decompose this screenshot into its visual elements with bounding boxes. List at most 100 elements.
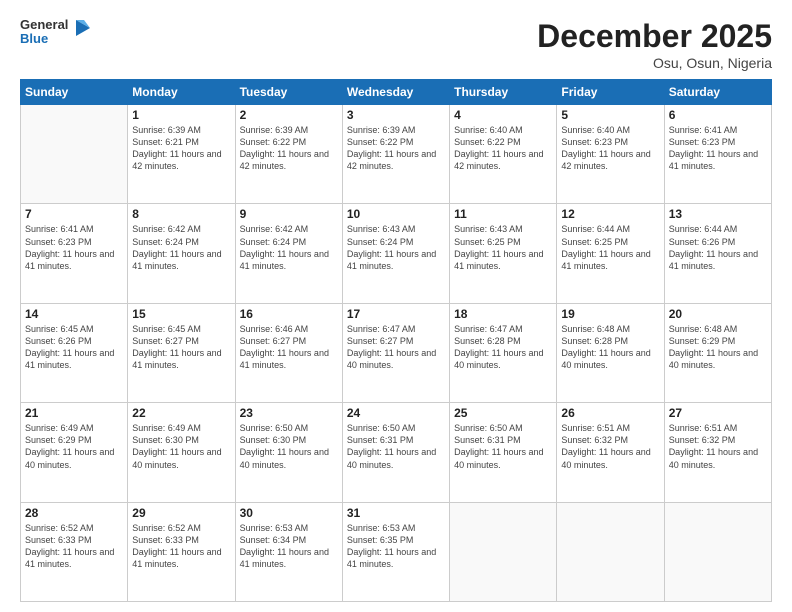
calendar-week-row: 1 Sunrise: 6:39 AM Sunset: 6:21 PM Daylig…: [21, 105, 772, 204]
day-info: Sunrise: 6:41 AM Sunset: 6:23 PM Dayligh…: [25, 223, 123, 272]
calendar-cell: [557, 502, 664, 601]
day-number: 24: [347, 406, 445, 420]
calendar-cell: [450, 502, 557, 601]
day-number: 13: [669, 207, 767, 221]
calendar-cell: 19Sunrise: 6:48 AM Sunset: 6:28 PM Dayli…: [557, 303, 664, 402]
calendar-week-row: 21 Sunrise: 6:49 AM Sunset: 6:29 PM Dayli…: [21, 403, 772, 502]
logo-blue: Blue: [20, 32, 68, 46]
calendar-cell: 10Sunrise: 6:43 AM Sunset: 6:24 PM Dayli…: [342, 204, 449, 303]
logo: General Blue: [20, 18, 92, 47]
calendar-cell: 25 Sunrise: 6:50 AM Sunset: 6:31 PM Dayli…: [450, 403, 557, 502]
calendar-body: 1 Sunrise: 6:39 AM Sunset: 6:21 PM Daylig…: [21, 105, 772, 602]
day-info: Sunrise: 6:49 AM Sunset: 6:29 PM Dayligh…: [25, 422, 123, 471]
calendar-week-row: 7Sunrise: 6:41 AM Sunset: 6:23 PM Daylig…: [21, 204, 772, 303]
day-info: Sunrise: 6:44 AM Sunset: 6:25 PM Dayligh…: [561, 223, 659, 272]
calendar-week-row: 14Sunrise: 6:45 AM Sunset: 6:26 PM Dayli…: [21, 303, 772, 402]
day-info: Sunrise: 6:39 AM Sunset: 6:21 PM Dayligh…: [132, 124, 230, 173]
day-info: Sunrise: 6:52 AM Sunset: 6:33 PM Dayligh…: [25, 522, 123, 571]
day-number: 2: [240, 108, 338, 122]
calendar-cell: 6Sunrise: 6:41 AM Sunset: 6:23 PM Daylig…: [664, 105, 771, 204]
calendar-cell: 9 Sunrise: 6:42 AM Sunset: 6:24 PM Daylig…: [235, 204, 342, 303]
title-block: December 2025 Osu, Osun, Nigeria: [537, 18, 772, 71]
day-info: Sunrise: 6:48 AM Sunset: 6:28 PM Dayligh…: [561, 323, 659, 372]
day-number: 28: [25, 506, 123, 520]
day-number: 4: [454, 108, 552, 122]
location: Osu, Osun, Nigeria: [537, 55, 772, 71]
day-info: Sunrise: 6:40 AM Sunset: 6:22 PM Dayligh…: [454, 124, 552, 173]
calendar-header-row: SundayMondayTuesdayWednesdayThursdayFrid…: [21, 80, 772, 105]
calendar-cell: 23 Sunrise: 6:50 AM Sunset: 6:30 PM Dayli…: [235, 403, 342, 502]
day-info: Sunrise: 6:46 AM Sunset: 6:27 PM Dayligh…: [240, 323, 338, 372]
day-number: 12: [561, 207, 659, 221]
calendar-cell: 26Sunrise: 6:51 AM Sunset: 6:32 PM Dayli…: [557, 403, 664, 502]
day-info: Sunrise: 6:50 AM Sunset: 6:30 PM Dayligh…: [240, 422, 338, 471]
calendar-cell: 8Sunrise: 6:42 AM Sunset: 6:24 PM Daylig…: [128, 204, 235, 303]
day-number: 27: [669, 406, 767, 420]
logo-container: General Blue: [20, 18, 92, 47]
day-number: 21: [25, 406, 123, 420]
day-info: Sunrise: 6:48 AM Sunset: 6:29 PM Dayligh…: [669, 323, 767, 372]
day-info: Sunrise: 6:39 AM Sunset: 6:22 PM Dayligh…: [347, 124, 445, 173]
day-info: Sunrise: 6:47 AM Sunset: 6:28 PM Dayligh…: [454, 323, 552, 372]
calendar-cell: 2 Sunrise: 6:39 AM Sunset: 6:22 PM Daylig…: [235, 105, 342, 204]
calendar-cell: 4 Sunrise: 6:40 AM Sunset: 6:22 PM Daylig…: [450, 105, 557, 204]
calendar-week-row: 28 Sunrise: 6:52 AM Sunset: 6:33 PM Dayli…: [21, 502, 772, 601]
calendar-cell: 29Sunrise: 6:52 AM Sunset: 6:33 PM Dayli…: [128, 502, 235, 601]
day-info: Sunrise: 6:44 AM Sunset: 6:26 PM Dayligh…: [669, 223, 767, 272]
day-number: 20: [669, 307, 767, 321]
calendar-cell: [21, 105, 128, 204]
day-info: Sunrise: 6:42 AM Sunset: 6:24 PM Dayligh…: [240, 223, 338, 272]
day-number: 25: [454, 406, 552, 420]
day-info: Sunrise: 6:50 AM Sunset: 6:31 PM Dayligh…: [454, 422, 552, 471]
header: General Blue December 2025 Osu, Osun, Ni…: [20, 18, 772, 71]
calendar-cell: 7Sunrise: 6:41 AM Sunset: 6:23 PM Daylig…: [21, 204, 128, 303]
day-number: 16: [240, 307, 338, 321]
day-info: Sunrise: 6:43 AM Sunset: 6:24 PM Dayligh…: [347, 223, 445, 272]
day-number: 8: [132, 207, 230, 221]
calendar-cell: 16 Sunrise: 6:46 AM Sunset: 6:27 PM Dayli…: [235, 303, 342, 402]
day-info: Sunrise: 6:50 AM Sunset: 6:31 PM Dayligh…: [347, 422, 445, 471]
day-number: 5: [561, 108, 659, 122]
day-info: Sunrise: 6:47 AM Sunset: 6:27 PM Dayligh…: [347, 323, 445, 372]
calendar-cell: 5Sunrise: 6:40 AM Sunset: 6:23 PM Daylig…: [557, 105, 664, 204]
calendar-cell: 24 Sunrise: 6:50 AM Sunset: 6:31 PM Dayli…: [342, 403, 449, 502]
calendar-cell: 21 Sunrise: 6:49 AM Sunset: 6:29 PM Dayli…: [21, 403, 128, 502]
day-info: Sunrise: 6:39 AM Sunset: 6:22 PM Dayligh…: [240, 124, 338, 173]
calendar-cell: [664, 502, 771, 601]
page: General Blue December 2025 Osu, Osun, Ni…: [0, 0, 792, 612]
calendar-cell: 3Sunrise: 6:39 AM Sunset: 6:22 PM Daylig…: [342, 105, 449, 204]
day-number: 6: [669, 108, 767, 122]
calendar-cell: 18 Sunrise: 6:47 AM Sunset: 6:28 PM Dayli…: [450, 303, 557, 402]
calendar-cell: 20 Sunrise: 6:48 AM Sunset: 6:29 PM Dayli…: [664, 303, 771, 402]
calendar-cell: 22Sunrise: 6:49 AM Sunset: 6:30 PM Dayli…: [128, 403, 235, 502]
weekday-header: Wednesday: [342, 80, 449, 105]
weekday-header: Friday: [557, 80, 664, 105]
day-number: 11: [454, 207, 552, 221]
day-info: Sunrise: 6:45 AM Sunset: 6:27 PM Dayligh…: [132, 323, 230, 372]
logo-general: General: [20, 18, 68, 32]
calendar-cell: 30Sunrise: 6:53 AM Sunset: 6:34 PM Dayli…: [235, 502, 342, 601]
day-number: 17: [347, 307, 445, 321]
day-number: 1: [132, 108, 230, 122]
calendar-cell: 15Sunrise: 6:45 AM Sunset: 6:27 PM Dayli…: [128, 303, 235, 402]
day-number: 30: [240, 506, 338, 520]
calendar-cell: 1 Sunrise: 6:39 AM Sunset: 6:21 PM Daylig…: [128, 105, 235, 204]
logo-text-block: General Blue: [20, 18, 68, 47]
day-number: 23: [240, 406, 338, 420]
day-number: 18: [454, 307, 552, 321]
weekday-header: Saturday: [664, 80, 771, 105]
weekday-header: Thursday: [450, 80, 557, 105]
calendar-cell: 28 Sunrise: 6:52 AM Sunset: 6:33 PM Dayli…: [21, 502, 128, 601]
day-info: Sunrise: 6:43 AM Sunset: 6:25 PM Dayligh…: [454, 223, 552, 272]
calendar-cell: 12 Sunrise: 6:44 AM Sunset: 6:25 PM Dayli…: [557, 204, 664, 303]
day-number: 9: [240, 207, 338, 221]
calendar-cell: 11 Sunrise: 6:43 AM Sunset: 6:25 PM Dayli…: [450, 204, 557, 303]
weekday-header: Tuesday: [235, 80, 342, 105]
day-number: 22: [132, 406, 230, 420]
day-info: Sunrise: 6:53 AM Sunset: 6:35 PM Dayligh…: [347, 522, 445, 571]
day-info: Sunrise: 6:51 AM Sunset: 6:32 PM Dayligh…: [561, 422, 659, 471]
calendar-cell: 31Sunrise: 6:53 AM Sunset: 6:35 PM Dayli…: [342, 502, 449, 601]
day-number: 29: [132, 506, 230, 520]
weekday-header: Monday: [128, 80, 235, 105]
calendar-cell: 13 Sunrise: 6:44 AM Sunset: 6:26 PM Dayli…: [664, 204, 771, 303]
